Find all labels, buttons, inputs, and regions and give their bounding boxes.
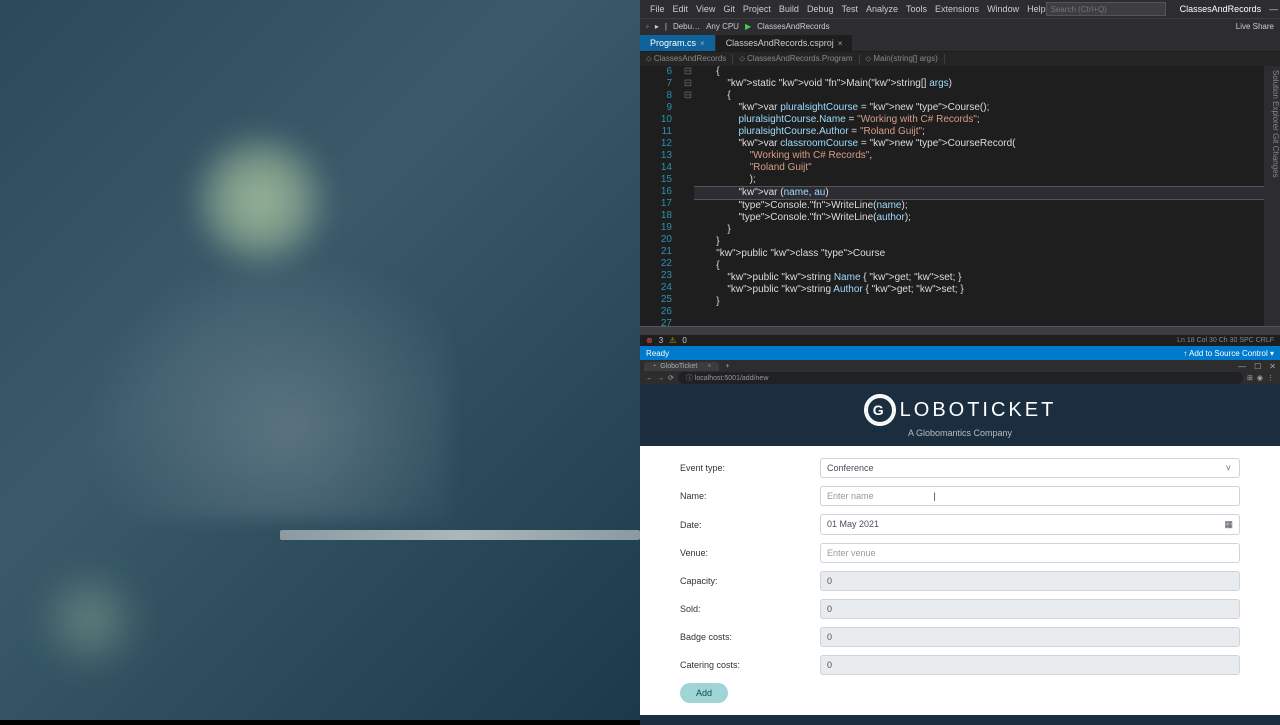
- browser-tab[interactable]: ◔ GloboTicket: [644, 362, 719, 371]
- fold-gutter[interactable]: ⊟ ⊟ ⊟: [682, 66, 694, 326]
- site-info-icon[interactable]: ⓘ: [686, 375, 693, 382]
- breadcrumb-item[interactable]: ⬦ ClassesAndRecords.Program: [733, 54, 859, 64]
- editor-tab[interactable]: ClassesAndRecords.csproj×: [716, 35, 854, 51]
- capacity-label: Capacity:: [680, 576, 820, 586]
- date-label: Date:: [680, 520, 820, 530]
- catering-costs-label: Catering costs:: [680, 660, 820, 670]
- capacity-input[interactable]: 0: [820, 571, 1240, 591]
- vs-code-editor[interactable]: 6789101112131415161718192021222324252627…: [640, 66, 1280, 326]
- url-input[interactable]: ⓘ localhost:5001/add/new: [678, 372, 1243, 384]
- profile-icon[interactable]: ◉: [1257, 374, 1263, 382]
- site-tagline: A Globomantics Company: [640, 428, 1280, 438]
- event-type-select[interactable]: Conference: [820, 458, 1240, 478]
- tab-close-icon[interactable]: ×: [838, 39, 843, 48]
- name-label: Name:: [680, 491, 820, 501]
- vs-status-bar: Ready ↑ Add to Source Control ▾: [640, 346, 1280, 360]
- browser-address-bar: ← → ⟳ ⓘ localhost:5001/add/new ⊞ ◉ ⋮: [640, 372, 1280, 384]
- extensions-icon[interactable]: ⊞: [1247, 374, 1253, 382]
- site-logo[interactable]: G LOBOTICKET: [640, 394, 1280, 426]
- vs-menu-build[interactable]: Build: [779, 4, 799, 14]
- nav-back-icon[interactable]: ◦: [646, 22, 649, 31]
- sold-label: Sold:: [680, 604, 820, 614]
- add-button[interactable]: Add: [680, 683, 728, 703]
- browser-window: ◔ GloboTicket + — ☐ ✕ ← → ⟳ ⓘ localhost:…: [640, 360, 1280, 725]
- browser-menu-icon[interactable]: ⋮: [1267, 374, 1274, 382]
- decorative-photo: [0, 0, 640, 720]
- browser-back-icon[interactable]: ←: [646, 375, 653, 382]
- visual-studio-window: File Edit View Git Project Build Debug Test Anal…: [640, 0, 1280, 360]
- line-numbers: 6789101112131415161718192021222324252627…: [640, 66, 682, 326]
- vs-menu-debug[interactable]: Debug: [807, 4, 834, 14]
- breadcrumb-item[interactable]: ⬦ ClassesAndRecords: [640, 54, 733, 64]
- build-platform[interactable]: Any CPU: [706, 22, 739, 31]
- vs-menu-extensions[interactable]: Extensions: [935, 4, 979, 14]
- vs-menu-view[interactable]: View: [696, 4, 715, 14]
- browser-maximize-icon[interactable]: ☐: [1254, 362, 1261, 371]
- vs-solution-name: ClassesAndRecords: [1172, 4, 1270, 14]
- browser-tab-strip: ◔ GloboTicket + — ☐ ✕: [640, 360, 1280, 372]
- vs-menu-analyze[interactable]: Analyze: [866, 4, 898, 14]
- vs-menu-git[interactable]: Git: [723, 4, 735, 14]
- vs-menu-window[interactable]: Window: [987, 4, 1019, 14]
- catering-costs-input[interactable]: 0: [820, 655, 1240, 675]
- url-text: localhost:5001/add/new: [695, 375, 769, 382]
- tab-title: GloboTicket: [660, 363, 697, 370]
- live-share-button[interactable]: Live Share: [1236, 22, 1274, 31]
- status-ready: Ready: [646, 349, 669, 358]
- code-content[interactable]: { "kw">static "kw">void "fn">Main("kw">s…: [694, 66, 1280, 326]
- run-target[interactable]: ClassesAndRecords: [757, 22, 829, 31]
- solution-explorer-tab[interactable]: Solution Explorer Git Changes: [1264, 66, 1280, 326]
- build-config[interactable]: Debu…: [673, 22, 700, 31]
- browser-reload-icon[interactable]: ⟳: [668, 374, 674, 382]
- vs-toolbar: ◦ ▸ | Debu… Any CPU ▶ ClassesAndRecords …: [640, 18, 1280, 34]
- vs-menu-edit[interactable]: Edit: [673, 4, 689, 14]
- vs-menu-help[interactable]: Help: [1027, 4, 1046, 14]
- browser-minimize-icon[interactable]: —: [1238, 362, 1246, 371]
- web-page-content: G LOBOTICKET A Globomantics Company Even…: [640, 384, 1280, 725]
- badge-costs-label: Badge costs:: [680, 632, 820, 642]
- vs-breadcrumb: ⬦ ClassesAndRecords⬦ ClassesAndRecords.P…: [640, 52, 1280, 66]
- date-input[interactable]: 01 May 2021▦: [820, 514, 1240, 535]
- minimize-icon[interactable]: —: [1269, 4, 1278, 15]
- error-count: 3: [659, 336, 663, 345]
- vs-menu-tools[interactable]: Tools: [906, 4, 927, 14]
- breadcrumb-item[interactable]: ⬦ Main(string[] args): [860, 54, 945, 64]
- vs-menu-file[interactable]: File: [650, 4, 665, 14]
- calendar-icon[interactable]: ▦: [1224, 519, 1233, 530]
- site-footer: [640, 715, 1280, 725]
- venue-input[interactable]: Enter venue: [820, 543, 1240, 563]
- tab-close-icon[interactable]: ×: [700, 39, 705, 48]
- vs-titlebar: File Edit View Git Project Build Debug Test Anal…: [640, 0, 1280, 18]
- vs-menu-test[interactable]: Test: [841, 4, 858, 14]
- badge-costs-input[interactable]: 0: [820, 627, 1240, 647]
- vs-search-input[interactable]: [1046, 2, 1166, 16]
- new-tab-button[interactable]: +: [725, 363, 729, 370]
- site-header: G LOBOTICKET A Globomantics Company: [640, 384, 1280, 446]
- nav-fwd-icon[interactable]: ▸: [655, 22, 659, 31]
- tab-favicon-icon: ◔: [652, 363, 656, 370]
- status-source-control[interactable]: ↑ Add to Source Control ▾: [1183, 349, 1274, 358]
- vs-main-menu: File Edit View Git Project Build Debug Test Anal…: [650, 4, 1046, 14]
- vs-menu-project[interactable]: Project: [743, 4, 771, 14]
- event-type-label: Event type:: [680, 463, 820, 473]
- error-list-bar[interactable]: ⊗3 ⚠0 Ln 18 Col 30 Ch 30 SPC CRLF: [640, 334, 1280, 346]
- warning-count: 0: [682, 336, 686, 345]
- horizontal-scrollbar[interactable]: [640, 326, 1280, 334]
- sold-input[interactable]: 0: [820, 599, 1240, 619]
- event-form: Event type: Conference Name: Enter name|…: [640, 446, 1280, 715]
- name-input[interactable]: Enter name|: [820, 486, 1240, 506]
- editor-tab[interactable]: Program.cs×: [640, 35, 716, 51]
- logo-mark-icon: G: [864, 394, 896, 426]
- browser-fwd-icon[interactable]: →: [657, 375, 664, 382]
- venue-label: Venue:: [680, 548, 820, 558]
- vs-editor-tabs: Program.cs×ClassesAndRecords.csproj×: [640, 34, 1280, 52]
- browser-close-icon[interactable]: ✕: [1269, 362, 1276, 371]
- logo-text: LOBOTICKET: [900, 399, 1057, 422]
